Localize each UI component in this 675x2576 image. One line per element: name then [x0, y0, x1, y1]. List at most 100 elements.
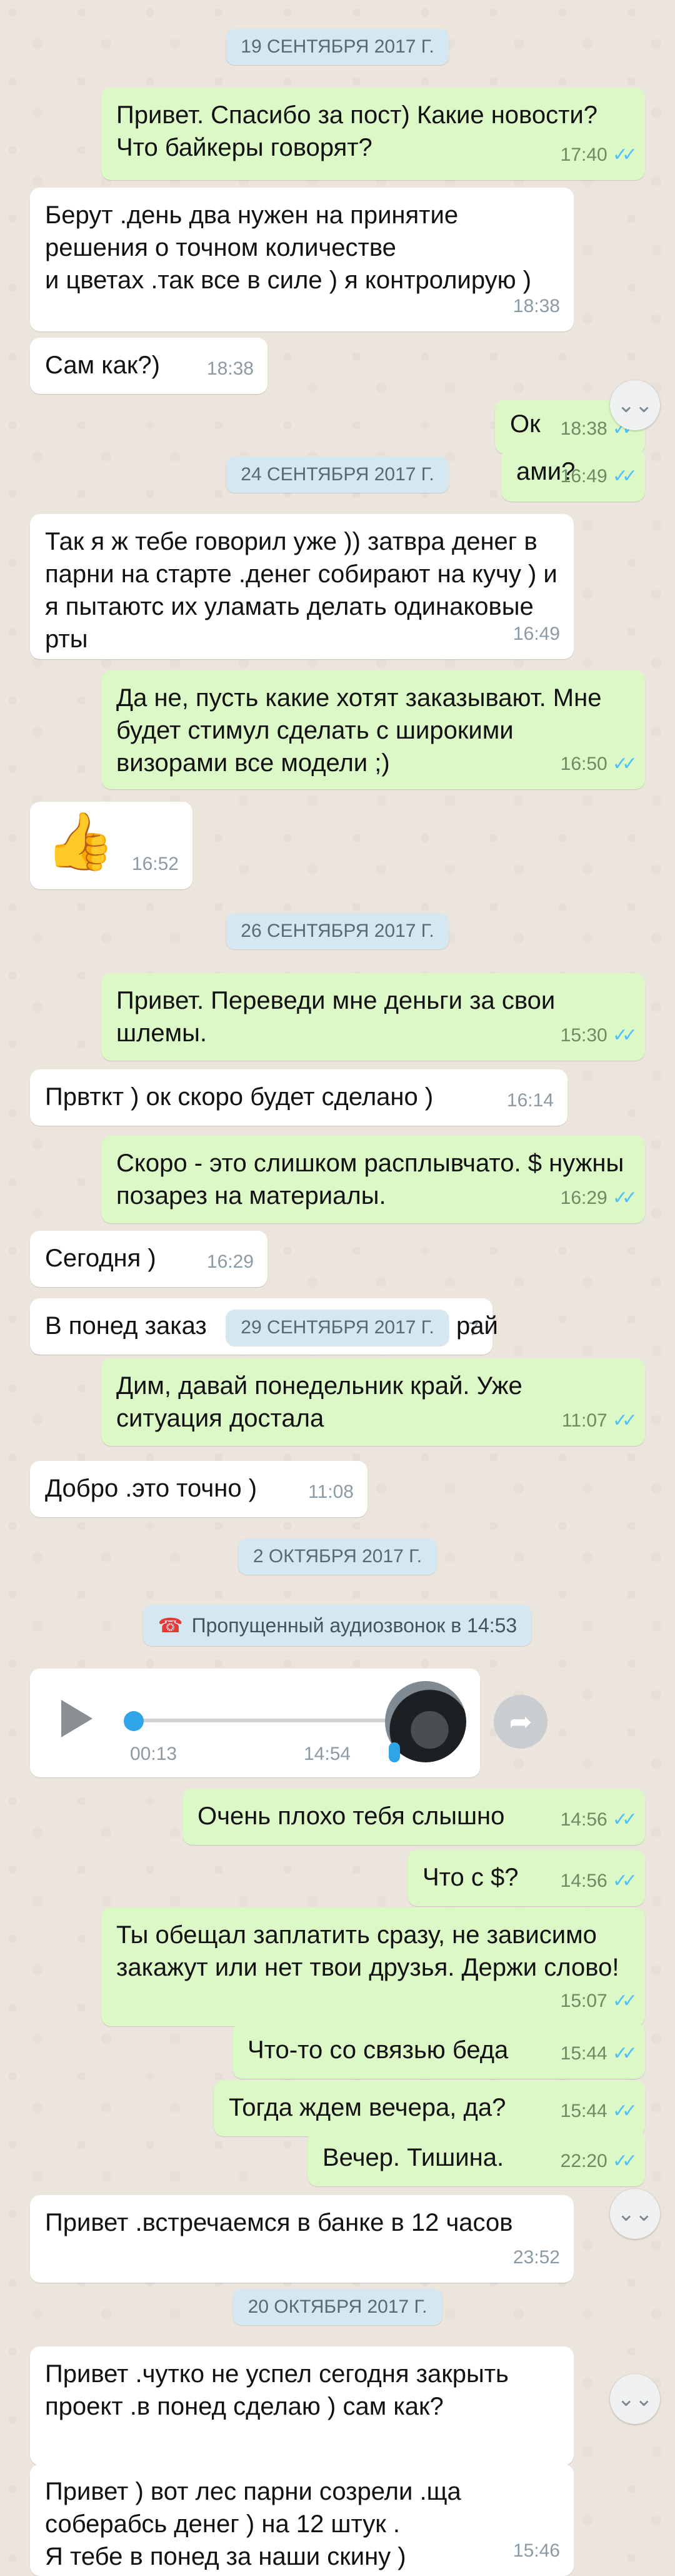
- message-text: Привет .встречаемся в банке в 12 часов: [45, 2209, 513, 2236]
- chevron-down-icon: ⌄⌄: [617, 393, 653, 417]
- voice-message[interactable]: 00:13 14:54: [30, 1669, 480, 1777]
- message-incoming[interactable]: Сегодня ) 16:29: [30, 1231, 268, 1287]
- message-time: 16:29: [560, 1188, 608, 1208]
- message-outgoing[interactable]: Что с $? 14:56 ✓✓: [408, 1850, 645, 1906]
- audio-seek-handle[interactable]: [124, 1711, 144, 1731]
- play-icon[interactable]: [61, 1700, 92, 1737]
- message-time: 16:49: [560, 466, 608, 487]
- read-ticks-icon: ✓✓: [612, 1410, 638, 1431]
- read-ticks-icon: ✓✓: [612, 144, 638, 165]
- forward-button[interactable]: ➦: [494, 1695, 548, 1749]
- read-ticks-icon: ✓✓: [612, 1188, 638, 1208]
- date-separator: 24 СЕНТЯБРЯ 2017 Г.: [226, 457, 449, 493]
- message-time: 23:52: [512, 2247, 560, 2268]
- message-meta: 11:07 ✓✓: [561, 1405, 638, 1437]
- message-text-fragment: рай: [456, 1312, 498, 1340]
- message-meta: 14:56 ✓✓: [560, 1865, 638, 1897]
- message-incoming[interactable]: Добро .это точно ) 11:08: [30, 1461, 368, 1517]
- message-time: 14:54: [304, 1744, 351, 1764]
- date-separator: 2 ОКТЯБРЯ 2017 Г.: [238, 1538, 438, 1575]
- message-incoming[interactable]: Привет .встречаемся в банке в 12 часов 2…: [30, 2195, 574, 2283]
- message-time: 16:29: [206, 1251, 254, 1272]
- read-ticks-icon: ✓✓: [612, 2101, 638, 2121]
- read-ticks-icon: ✓✓: [612, 2151, 638, 2171]
- message-meta: 16:50 ✓✓: [560, 748, 638, 780]
- message-meta: 16:49: [513, 618, 560, 650]
- message-outgoing[interactable]: Привет. Переведи мне деньги за свои шлем…: [101, 973, 645, 1061]
- message-time: 22:20: [560, 2151, 608, 2171]
- message-meta: 16:14: [507, 1084, 554, 1117]
- forward-icon: ➦: [509, 1706, 532, 1737]
- message-meta: 15:07 ✓✓: [561, 1985, 638, 2018]
- message-time: 16:14: [506, 1090, 554, 1111]
- message-incoming[interactable]: Так я ж тебе говорил уже )) затвра денег…: [30, 514, 574, 659]
- message-meta: 15:44 ✓✓: [560, 2095, 638, 2128]
- message-outgoing[interactable]: Ты обещал заплатить сразу, не зависимо з…: [101, 1907, 645, 2026]
- message-text: Привет. Спасибо за пост) Какие новости? …: [116, 101, 605, 161]
- read-ticks-icon: ✓✓: [612, 1025, 638, 1046]
- message-outgoing[interactable]: Да не, пусть какие хотят заказывают. Мне…: [101, 670, 645, 789]
- message-time: 16:52: [131, 854, 179, 874]
- message-outgoing[interactable]: Что-то со связью беда 15:44 ✓✓: [232, 2023, 645, 2079]
- message-meta: 16:52: [132, 848, 179, 881]
- read-ticks-icon: ✓✓: [612, 2043, 638, 2064]
- message-time: 16:50: [560, 754, 608, 774]
- message-time: 15:30: [560, 1025, 608, 1046]
- message-time: 11:07: [561, 1410, 608, 1431]
- missed-call-notice[interactable]: ☎ Пропущенный аудиозвонок в 14:53: [142, 1605, 532, 1646]
- missed-call-icon: ☎: [158, 1614, 183, 1637]
- message-incoming[interactable]: 👍 16:52: [30, 802, 192, 889]
- date-separator: 29 СЕНТЯБРЯ 2017 Г.: [226, 1310, 449, 1346]
- message-text: Берут .день два нужен на принятие решени…: [45, 201, 532, 294]
- read-ticks-icon: ✓✓: [612, 1871, 638, 1891]
- message-meta: 15:44 ✓✓: [560, 2038, 638, 2070]
- message-outgoing[interactable]: Тогда ждем вечера, да? 15:44 ✓✓: [214, 2080, 645, 2136]
- message-meta: 15:30 ✓✓: [560, 1019, 638, 1052]
- message-time: 15:44: [560, 2043, 608, 2064]
- scroll-down-button[interactable]: ⌄⌄: [610, 380, 660, 430]
- message-outgoing[interactable]: Привет. Спасибо за пост) Какие новости? …: [101, 88, 645, 180]
- message-outgoing[interactable]: Скоро - это слишком расплывчато. $ нужны…: [101, 1136, 645, 1223]
- message-time: 18:38: [560, 418, 608, 439]
- read-ticks-icon: ✓✓: [612, 1991, 638, 2011]
- scroll-down-button[interactable]: ⌄⌄: [610, 2189, 660, 2239]
- message-text: Привет ) вот лес парни созрели .ща собер…: [45, 2478, 461, 2570]
- date-separator: 19 СЕНТЯБРЯ 2017 Г.: [226, 29, 449, 65]
- message-incoming[interactable]: Привет .чутко не успел сегодня закрыть п…: [30, 2346, 574, 2465]
- message-outgoing[interactable]: Очень плохо тебя слышно 14:56 ✓✓: [182, 1789, 645, 1845]
- message-time: 11:08: [308, 1482, 354, 1502]
- message-time: 17:40: [560, 144, 608, 165]
- message-meta: 17:40 ✓✓: [560, 139, 638, 171]
- chevron-down-icon: ⌄⌄: [617, 2387, 653, 2411]
- message-meta: 16:29 ✓✓: [560, 1182, 638, 1215]
- message-text: Так я ж тебе говорил уже )) затвра денег…: [45, 528, 564, 653]
- read-ticks-icon: ✓✓: [612, 754, 638, 774]
- missed-call-text: Пропущенный аудиозвонок в 14:53: [191, 1614, 518, 1637]
- message-time: 14:56: [560, 1871, 608, 1891]
- audio-progress-track[interactable]: [130, 1719, 386, 1722]
- voice-duration: 00:13: [130, 1744, 178, 1764]
- message-meta: 18:38: [207, 353, 254, 385]
- message-text: Ты обещал заплатить сразу, не зависимо з…: [116, 1921, 619, 1981]
- message-incoming[interactable]: Привет ) вот лес парни созрели .ща собер…: [30, 2464, 574, 2576]
- message-time: 18:38: [206, 358, 254, 379]
- message-incoming[interactable]: Берут .день два нужен на принятие решени…: [30, 188, 574, 331]
- message-meta: 23:52: [513, 2241, 560, 2274]
- message-incoming[interactable]: Првткт ) ок скоро будет сделано ) 16:14: [30, 1069, 568, 1126]
- message-outgoing[interactable]: Вечер. Тишина. 22:20 ✓✓: [308, 2130, 645, 2186]
- message-time: 15:44: [560, 2101, 608, 2121]
- read-ticks-icon: ✓✓: [612, 1809, 638, 1830]
- message-outgoing[interactable]: Дим, давай понедельник край. Уже ситуаци…: [101, 1358, 645, 1446]
- message-meta: 14:56 ✓✓: [560, 1804, 638, 1836]
- scroll-down-button[interactable]: ⌄⌄: [610, 2374, 660, 2424]
- message-meta: 16:49 ✓✓: [560, 460, 638, 493]
- message-text: Привет. Переведи мне деньги за свои шлем…: [116, 987, 562, 1047]
- message-time: 14:56: [560, 1809, 608, 1830]
- message-outgoing[interactable]: ами? 16:49 ✓✓: [501, 448, 645, 502]
- chevron-down-icon: ⌄⌄: [617, 2202, 653, 2226]
- date-separator: 20 ОКТЯБРЯ 2017 Г.: [232, 2289, 442, 2325]
- message-incoming[interactable]: Сам как?) 18:38: [30, 338, 268, 394]
- message-text: Привет .чутко не успел сегодня закрыть п…: [45, 2360, 516, 2420]
- message-time: 15:46: [512, 2540, 560, 2561]
- message-meta: 18:38: [513, 290, 560, 323]
